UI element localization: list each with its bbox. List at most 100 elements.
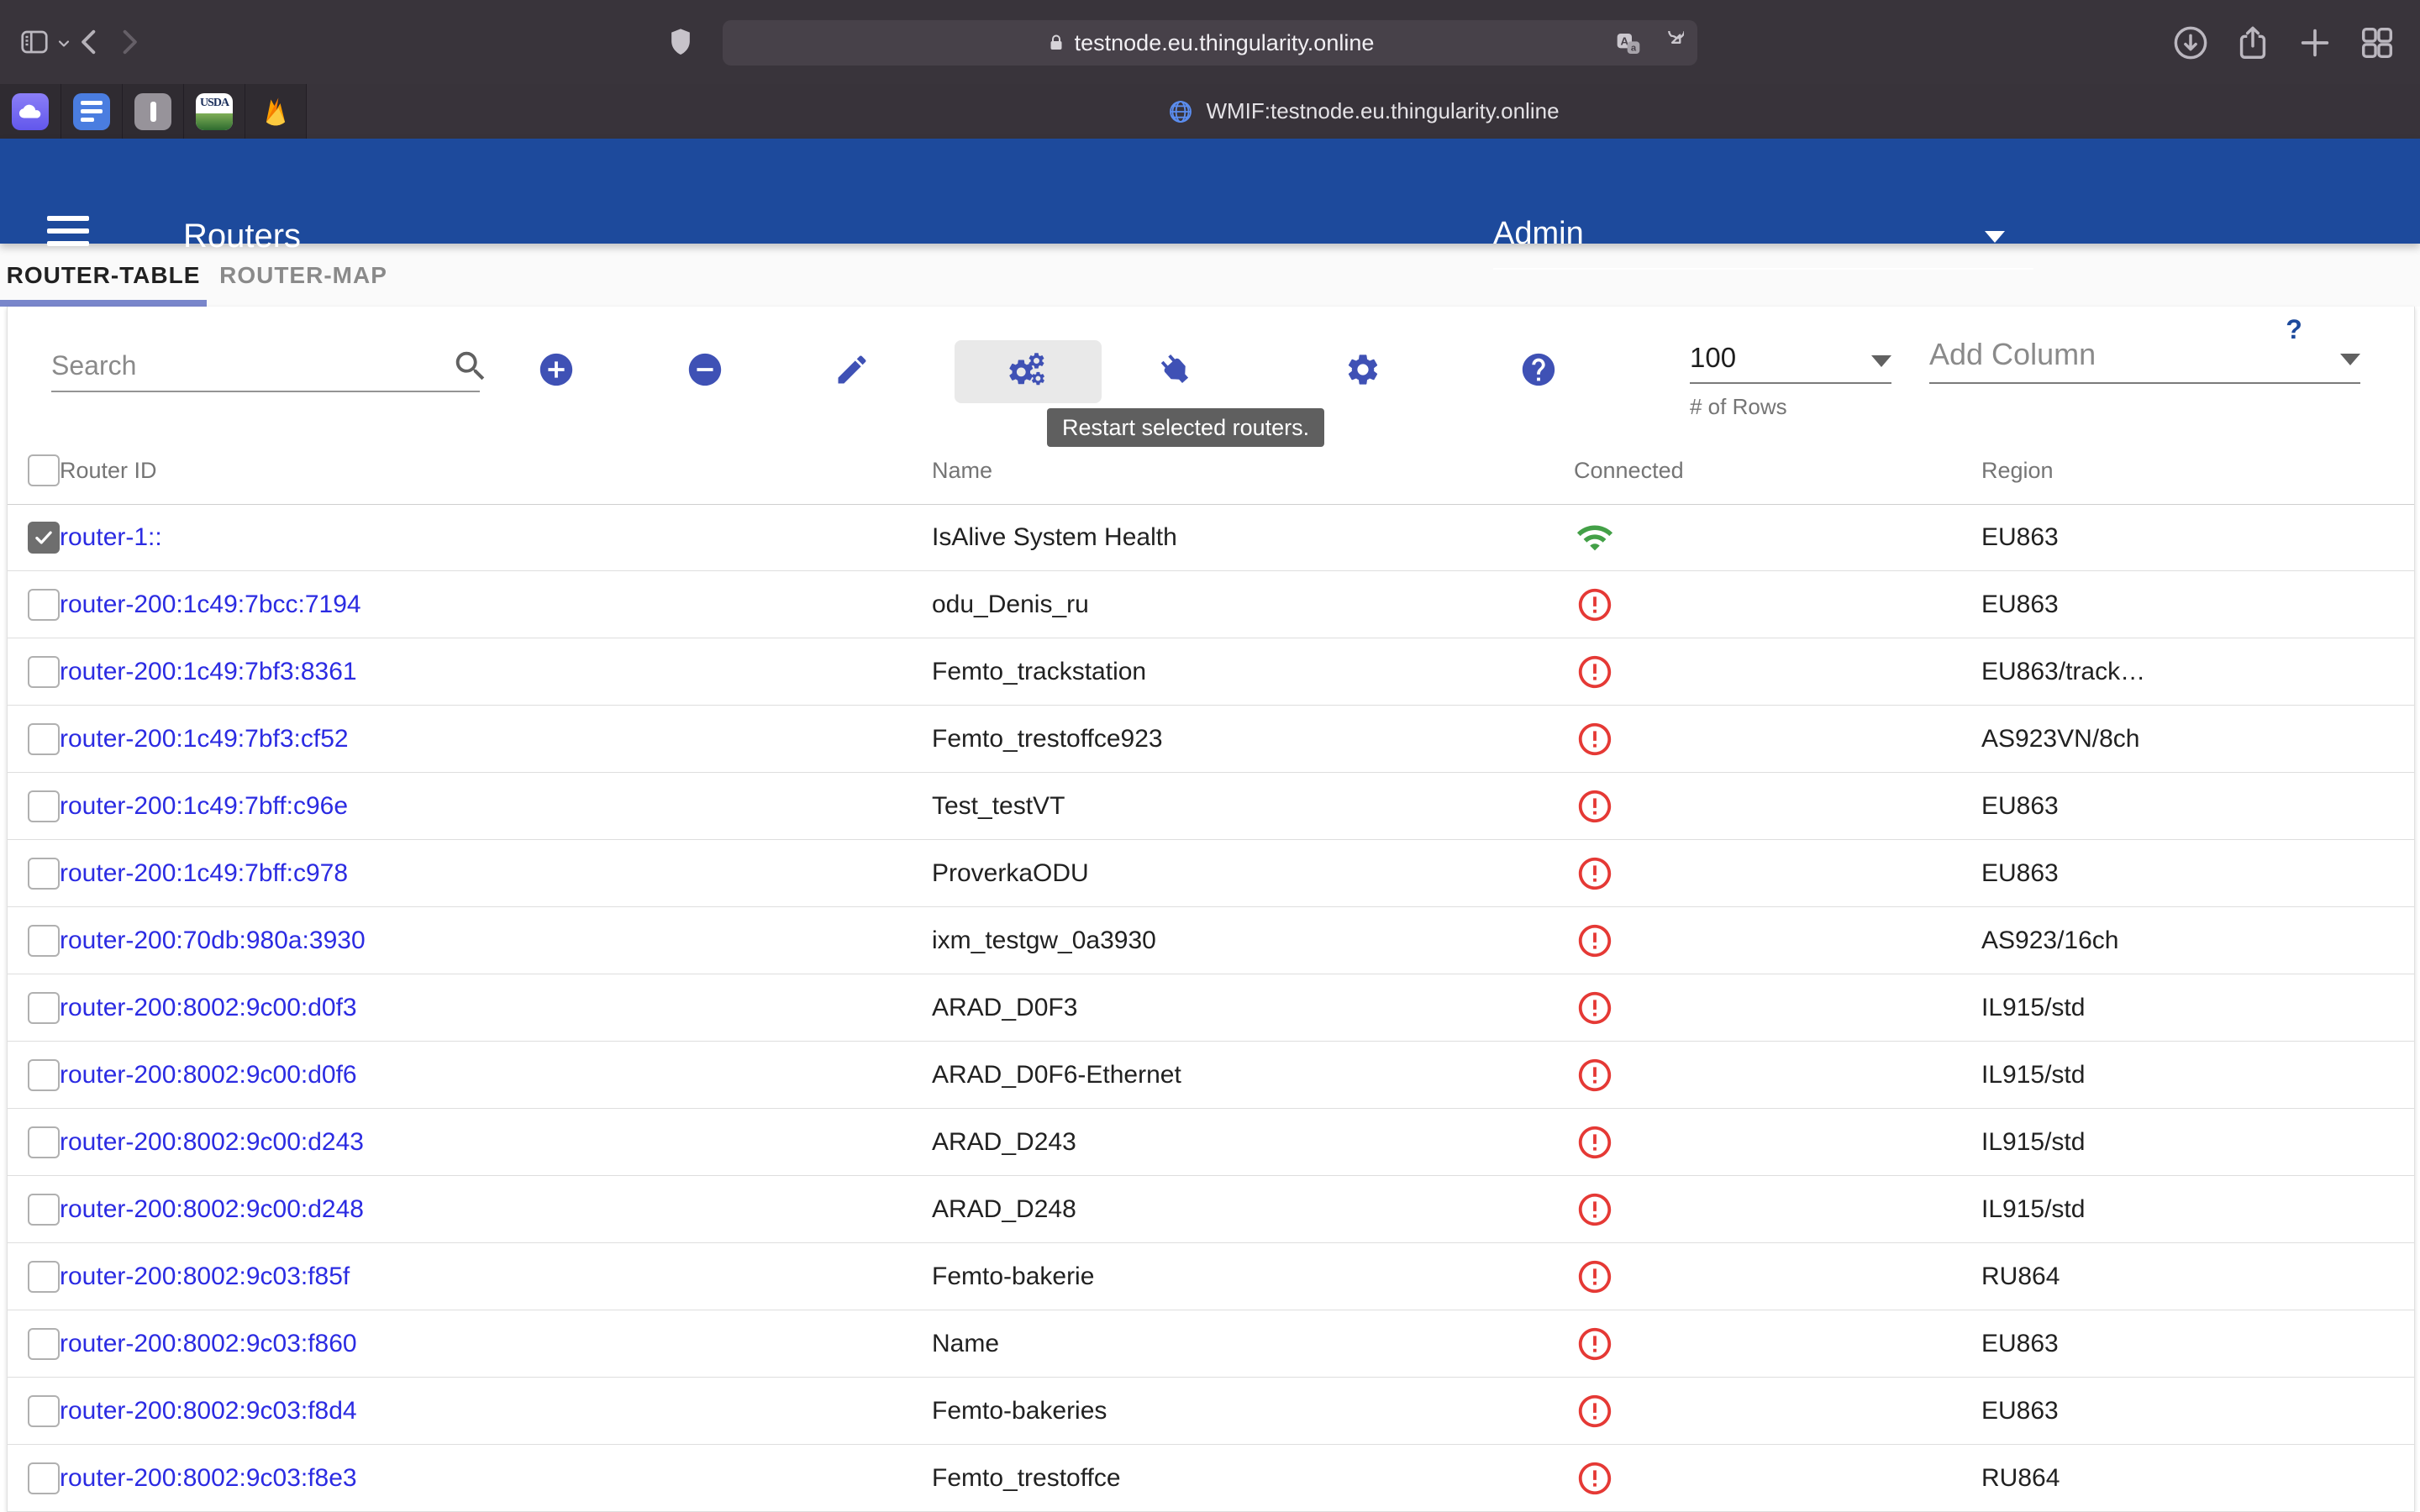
- sidebar-toggle-icon[interactable]: [18, 27, 50, 57]
- router-name: Femto_trestoffce: [932, 1464, 1121, 1493]
- router-id-link[interactable]: router-200:1c49:7bff:c96e: [60, 792, 348, 821]
- settings-button[interactable]: [1344, 350, 1381, 389]
- router-id-link[interactable]: router-200:8002:9c03:f8d4: [60, 1397, 357, 1425]
- row-checkbox[interactable]: [28, 1126, 60, 1158]
- router-name: ProverkaODU: [932, 859, 1089, 888]
- add-column-value: Add Column: [1929, 337, 2096, 371]
- search-icon[interactable]: [451, 347, 490, 386]
- router-region: EU863/track…: [1981, 658, 2145, 686]
- table-row: router-200:1c49:7bff:c96e Test_testVT EU…: [8, 773, 2414, 840]
- usda-logo: USDA: [200, 97, 229, 110]
- refresh-icon[interactable]: [2099, 309, 2139, 349]
- row-checkbox[interactable]: [28, 790, 60, 822]
- search-input[interactable]: Search: [51, 340, 480, 392]
- share-icon[interactable]: [2233, 23, 2272, 63]
- router-region: RU864: [1981, 1263, 2060, 1291]
- router-id-link[interactable]: router-1::: [60, 523, 162, 552]
- view-tabs: ROUTER-TABLE ROUTER-MAP: [0, 244, 2420, 307]
- row-checkbox[interactable]: [28, 522, 60, 554]
- url-text: testnode.eu.thingularity.online: [1075, 30, 1375, 56]
- router-id-link[interactable]: router-200:8002:9c00:d243: [60, 1128, 364, 1157]
- router-region: EU863: [1981, 591, 2059, 619]
- router-id-link[interactable]: router-200:8002:9c00:d0f3: [60, 994, 357, 1022]
- url-bar[interactable]: testnode.eu.thingularity.online Aa: [723, 20, 1697, 66]
- row-checkbox[interactable]: [28, 589, 60, 621]
- translate-icon[interactable]: Aa: [1615, 30, 1642, 57]
- router-table-card: Search Restart selected routers. 100 # o…: [7, 307, 2415, 1512]
- error-status-icon: [1576, 1123, 1614, 1162]
- row-checkbox[interactable]: [28, 656, 60, 688]
- help-button[interactable]: [1519, 350, 1558, 389]
- col-connected[interactable]: Connected: [1574, 437, 1684, 504]
- tab-strip: USDA WMIF:testnode.eu.thingularity.onlin…: [0, 84, 2420, 139]
- router-id-link[interactable]: router-200:1c49:7bf3:8361: [60, 658, 357, 686]
- pinned-tab-firebase[interactable]: [245, 84, 307, 139]
- table-row: router-200:1c49:7bcc:7194 odu_Denis_ru E…: [8, 571, 2414, 638]
- error-status-icon: [1576, 989, 1614, 1027]
- table-body: router-1:: IsAlive System Health EU863 r…: [8, 504, 2414, 1512]
- select-all-checkbox[interactable]: [28, 454, 60, 486]
- tab-router-table[interactable]: ROUTER-TABLE: [0, 244, 207, 307]
- pinned-tab-usda[interactable]: USDA: [184, 84, 245, 139]
- row-checkbox[interactable]: [28, 1395, 60, 1427]
- row-checkbox[interactable]: [28, 1462, 60, 1494]
- app-header: Routers Admin ?: [0, 139, 2420, 244]
- router-id-link[interactable]: router-200:1c49:7bf3:cf52: [60, 725, 349, 753]
- tab-title: WMIF:testnode.eu.thingularity.online: [1206, 98, 1559, 124]
- user-menu-select[interactable]: Admin: [1493, 213, 2033, 270]
- add-router-button[interactable]: [537, 350, 576, 389]
- connected-wifi-icon: [1576, 518, 1614, 557]
- remove-router-button[interactable]: [686, 350, 724, 389]
- new-tab-icon[interactable]: [2296, 24, 2334, 62]
- pinned-tab-gray-i[interactable]: [123, 84, 184, 139]
- router-id-link[interactable]: router-200:8002:9c03:f8e3: [60, 1464, 357, 1493]
- row-checkbox[interactable]: [28, 723, 60, 755]
- router-name: ARAD_D248: [932, 1195, 1076, 1224]
- row-checkbox[interactable]: [28, 1059, 60, 1091]
- error-status-icon: [1576, 921, 1614, 960]
- row-checkbox[interactable]: [28, 858, 60, 890]
- router-id-link[interactable]: router-200:8002:9c00:d248: [60, 1195, 364, 1224]
- page-title: Routers: [183, 218, 301, 255]
- router-id-link[interactable]: router-200:1c49:7bff:c978: [60, 859, 348, 888]
- pinned-tab-docs[interactable]: [61, 84, 123, 139]
- router-id-link[interactable]: router-200:8002:9c00:d0f6: [60, 1061, 357, 1089]
- chevron-down-icon: [1985, 231, 2005, 243]
- row-checkbox[interactable]: [28, 1261, 60, 1293]
- router-name: ARAD_D0F3: [932, 994, 1077, 1022]
- table-row: router-200:1c49:7bff:c978 ProverkaODU EU…: [8, 840, 2414, 907]
- row-checkbox[interactable]: [28, 1194, 60, 1226]
- col-region[interactable]: Region: [1981, 437, 2054, 504]
- router-name: ixm_testgw_0a3930: [932, 927, 1156, 955]
- sidebar-chevron-down-icon[interactable]: [55, 35, 72, 52]
- active-tab[interactable]: WMIF:testnode.eu.thingularity.online: [307, 84, 2420, 139]
- router-name: Femto_trestoffce923: [932, 725, 1163, 753]
- router-region: IL915/std: [1981, 1195, 2085, 1224]
- pinned-tab-cloud[interactable]: [0, 84, 61, 139]
- forward-icon[interactable]: [111, 24, 146, 60]
- col-router-id[interactable]: Router ID: [60, 437, 157, 504]
- col-name[interactable]: Name: [932, 437, 992, 504]
- header-help-icon[interactable]: ?: [2275, 310, 2313, 349]
- restart-routers-button[interactable]: [1007, 350, 1046, 389]
- router-id-link[interactable]: router-200:8002:9c03:f860: [60, 1330, 357, 1358]
- menu-icon[interactable]: [47, 216, 89, 246]
- router-id-link[interactable]: router-200:70db:980a:3930: [60, 927, 366, 955]
- back-icon[interactable]: [72, 24, 108, 60]
- connect-router-button[interactable]: [1156, 350, 1195, 389]
- rows-per-page-select[interactable]: 100: [1690, 342, 1891, 384]
- chevron-down-icon: [1871, 355, 1891, 367]
- row-checkbox[interactable]: [28, 925, 60, 957]
- table-row: router-200:8002:9c00:d243 ARAD_D243 IL91…: [8, 1109, 2414, 1176]
- router-id-link[interactable]: router-200:1c49:7bcc:7194: [60, 591, 361, 619]
- router-id-link[interactable]: router-200:8002:9c03:f85f: [60, 1263, 350, 1291]
- shield-icon[interactable]: [664, 24, 697, 61]
- tab-overview-icon[interactable]: [2358, 24, 2396, 62]
- row-checkbox[interactable]: [28, 992, 60, 1024]
- edit-router-button[interactable]: [834, 350, 871, 389]
- row-checkbox[interactable]: [28, 1328, 60, 1360]
- check-icon: [33, 527, 55, 549]
- downloads-icon[interactable]: [2171, 24, 2210, 62]
- router-region: EU863: [1981, 859, 2059, 888]
- reload-icon[interactable]: [1659, 31, 1684, 56]
